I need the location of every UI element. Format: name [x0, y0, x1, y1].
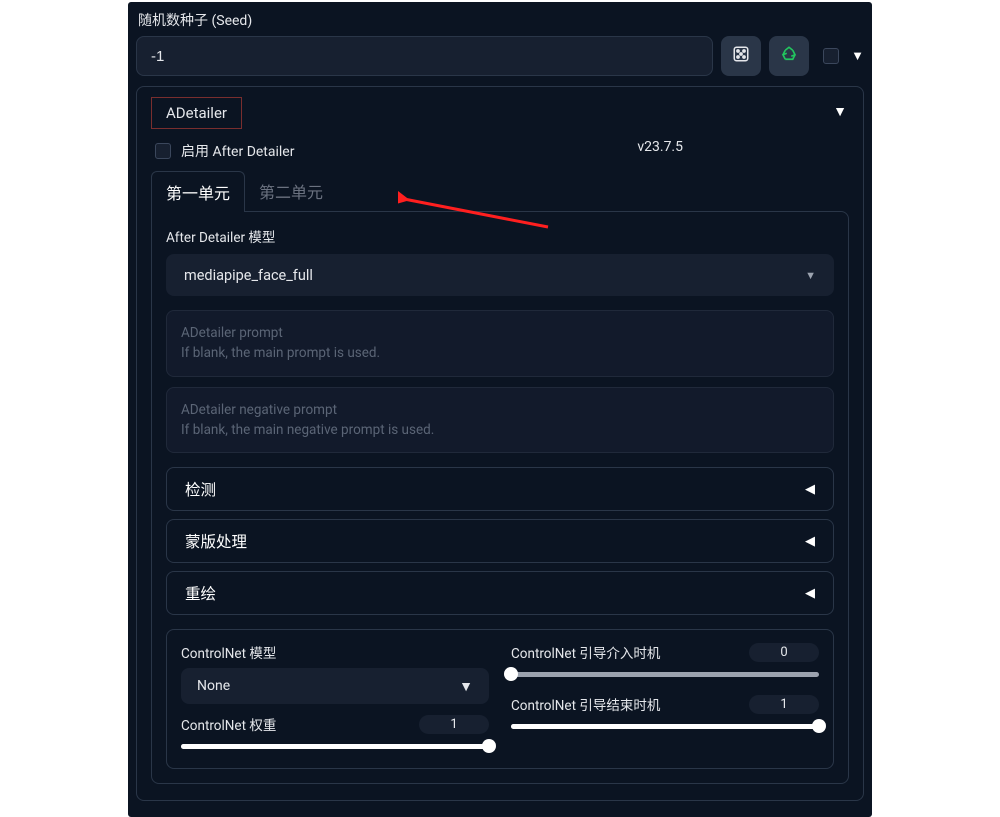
chevron-down-icon: ▼ [805, 269, 816, 282]
cnet-weight-value[interactable]: 1 [419, 715, 489, 734]
adetailer-title: ADetailer [151, 97, 242, 129]
accordion-inpaint-label: 重绘 [185, 582, 216, 604]
random-seed-button[interactable] [721, 36, 761, 76]
accordion-detect[interactable]: 检测 ◀ [166, 467, 834, 511]
ad-neg-prompt-placeholder-1: ADetailer negative prompt [181, 400, 819, 420]
ad-prompt-input[interactable]: ADetailer prompt If blank, the main prom… [166, 310, 834, 377]
cnet-end-value[interactable]: 1 [749, 695, 819, 714]
ad-prompt-placeholder-2: If blank, the main prompt is used. [181, 343, 819, 363]
tab-unit-2[interactable]: 第二单元 [245, 171, 337, 212]
triangle-left-icon: ◀ [805, 534, 815, 549]
ad-model-label: After Detailer 模型 [166, 226, 834, 246]
adetailer-panel: ADetailer ▼ 启用 After Detailer v23.7.5 第一… [136, 86, 864, 801]
ad-model-selected: mediapipe_face_full [184, 267, 313, 284]
ad-prompt-placeholder-1: ADetailer prompt [181, 323, 819, 343]
cnet-model-select[interactable]: None ▼ [181, 668, 489, 704]
ad-neg-prompt-input[interactable]: ADetailer negative prompt If blank, the … [166, 387, 834, 454]
accordion-inpaint[interactable]: 重绘 ◀ [166, 571, 834, 615]
ad-model-select[interactable]: mediapipe_face_full ▼ [166, 254, 834, 296]
adetailer-version: v23.7.5 [637, 139, 683, 155]
cnet-model-selected: None [197, 678, 230, 694]
cnet-end-label: ControlNet 引导结束时机 [511, 694, 660, 714]
extra-expand-caret[interactable]: ▼ [851, 48, 864, 64]
triangle-left-icon: ◀ [805, 482, 815, 497]
enable-adetailer-checkbox[interactable] [155, 143, 171, 159]
tab-unit-1[interactable]: 第一单元 [151, 171, 245, 212]
cnet-start-value[interactable]: 0 [749, 643, 819, 662]
cnet-end-slider[interactable] [511, 720, 819, 732]
cnet-start-slider[interactable] [511, 668, 819, 680]
adetailer-collapse-caret[interactable]: ▼ [833, 97, 849, 120]
seed-input[interactable] [136, 36, 713, 76]
cnet-start-label: ControlNet 引导介入时机 [511, 642, 660, 662]
cnet-weight-label: ControlNet 权重 [181, 714, 276, 734]
chevron-down-icon: ▼ [459, 678, 473, 695]
recycle-icon [780, 45, 798, 67]
accordion-detect-label: 检测 [185, 478, 216, 500]
accordion-mask-label: 蒙版处理 [185, 530, 247, 552]
enable-adetailer-label: 启用 After Detailer [181, 141, 294, 161]
cnet-weight-slider[interactable] [181, 740, 489, 752]
ad-neg-prompt-placeholder-2: If blank, the main negative prompt is us… [181, 420, 819, 440]
reuse-seed-button[interactable] [769, 36, 809, 76]
triangle-left-icon: ◀ [805, 586, 815, 601]
seed-label: 随机数种子 (Seed) [136, 6, 864, 36]
cnet-model-label: ControlNet 模型 [181, 642, 276, 662]
accordion-mask[interactable]: 蒙版处理 ◀ [166, 519, 834, 563]
extra-checkbox[interactable] [823, 48, 839, 64]
dice-icon [732, 45, 750, 67]
